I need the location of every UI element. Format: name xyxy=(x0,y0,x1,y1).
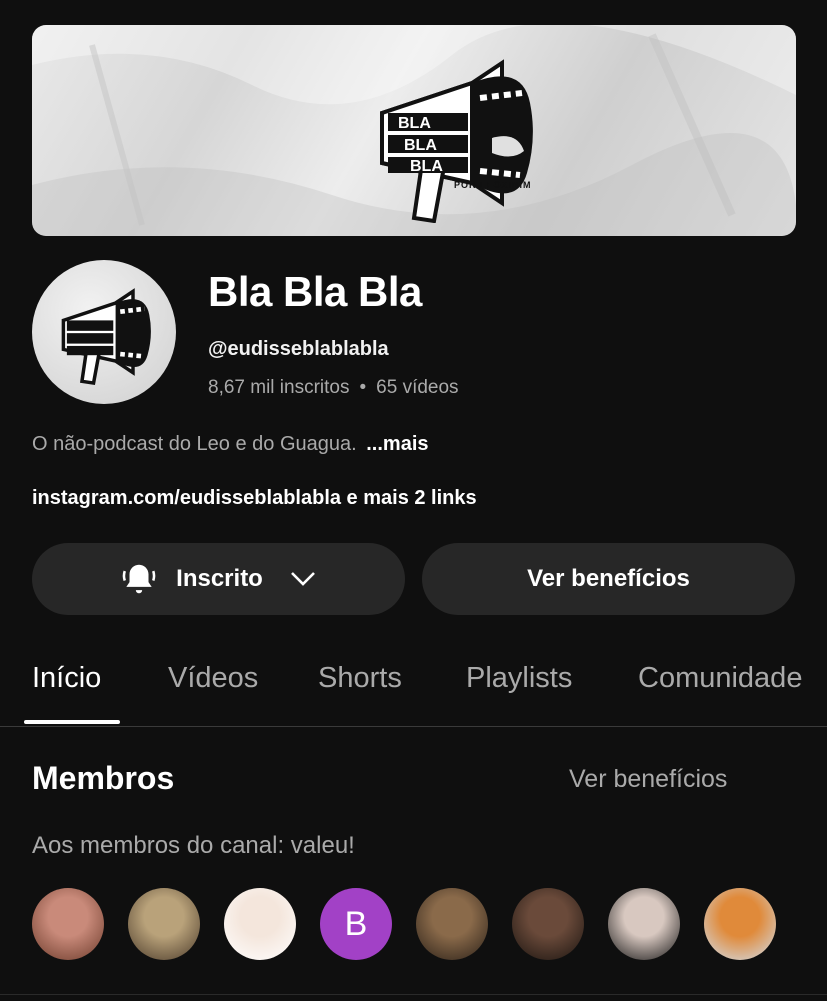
member-avatar-letter[interactable]: B xyxy=(320,888,392,960)
description-text: O não-podcast do Leo e do Guagua. xyxy=(32,433,357,455)
member-avatar[interactable] xyxy=(224,888,296,960)
members-title: Membros xyxy=(32,760,175,796)
banner-byline: POR LEOXINIM xyxy=(454,180,532,190)
tab-playlists[interactable]: Playlists xyxy=(466,662,572,695)
channel-handle: @eudisseblablabla xyxy=(208,338,389,360)
member-avatar[interactable] xyxy=(608,888,680,960)
benefits-button[interactable]: Ver benefícios xyxy=(422,543,795,615)
channel-avatar[interactable] xyxy=(32,260,176,404)
channel-tabs: Início Vídeos Shorts Playlists Comunidad… xyxy=(0,650,827,727)
more-link[interactable]: ...mais xyxy=(366,433,428,455)
member-avatar[interactable] xyxy=(704,888,776,960)
members-avatar-list: B xyxy=(32,888,812,960)
channel-banner: BLA BLA BLA POR LEOXINIM xyxy=(32,25,796,236)
section-divider xyxy=(0,994,827,995)
member-avatar[interactable] xyxy=(32,888,104,960)
tab-shorts[interactable]: Shorts xyxy=(318,662,402,695)
member-avatar-initial: B xyxy=(344,904,368,943)
bell-icon xyxy=(122,564,156,594)
stats-separator: • xyxy=(359,377,367,398)
logo-text-2: BLA xyxy=(404,137,437,154)
subscribed-button[interactable]: Inscrito xyxy=(32,543,405,615)
member-avatar[interactable] xyxy=(128,888,200,960)
member-avatar[interactable] xyxy=(416,888,488,960)
megaphone-logo-small xyxy=(61,288,151,386)
tab-inicio[interactable]: Início xyxy=(32,662,101,695)
subscriber-count: 8,67 mil inscritos xyxy=(208,377,350,398)
members-subtitle: Aos membros do canal: valeu! xyxy=(32,832,355,859)
channel-links[interactable]: instagram.com/eudisseblablabla e mais 2 … xyxy=(32,487,477,510)
channel-name: Bla Bla Bla xyxy=(208,268,422,315)
members-benefits-link[interactable]: Ver benefícios xyxy=(569,765,727,794)
chevron-down-icon xyxy=(290,572,315,586)
logo-text-3: BLA xyxy=(410,158,443,175)
megaphone-logo: BLA BLA BLA xyxy=(380,59,533,223)
logo-text-1: BLA xyxy=(398,115,431,132)
active-tab-indicator xyxy=(24,720,120,724)
tab-comunidade[interactable]: Comunidade xyxy=(638,662,802,695)
video-count: 65 vídeos xyxy=(376,377,459,398)
channel-description[interactable]: O não-podcast do Leo e do Guagua. ...mai… xyxy=(32,433,429,456)
tab-videos[interactable]: Vídeos xyxy=(168,662,258,695)
member-avatar[interactable] xyxy=(512,888,584,960)
subscribed-label: Inscrito xyxy=(176,565,263,592)
channel-stats: 8,67 mil inscritos • 65 vídeos xyxy=(208,377,459,399)
